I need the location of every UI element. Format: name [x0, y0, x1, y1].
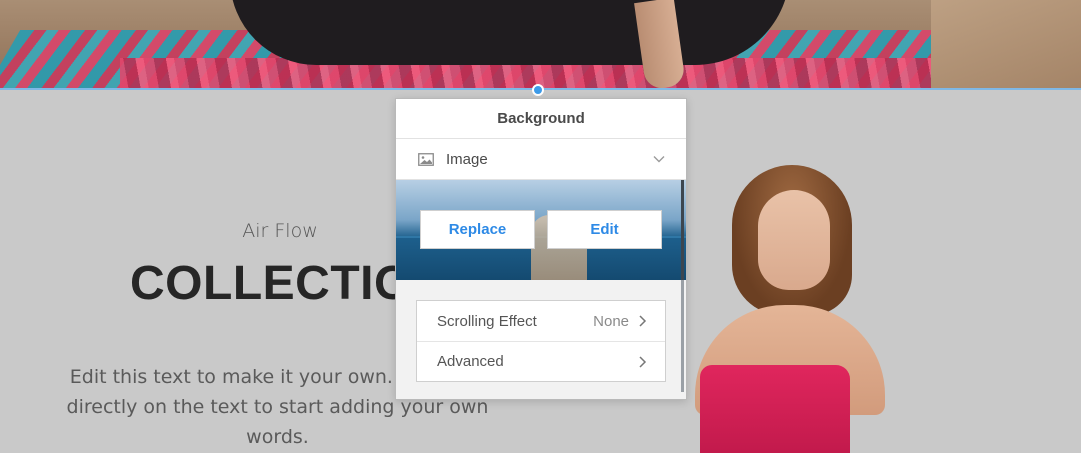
- replace-button[interactable]: Replace: [420, 210, 535, 249]
- preview-scrollbar[interactable]: [681, 180, 684, 280]
- background-preview-image: Replace Edit: [396, 180, 686, 280]
- model-face: [758, 190, 830, 290]
- background-settings-list: Scrolling Effect None Advanced: [416, 300, 666, 382]
- chevron-right-icon: [639, 355, 647, 368]
- edit-button[interactable]: Edit: [547, 210, 662, 249]
- panel-scrollbar[interactable]: [681, 280, 684, 392]
- scrolling-effect-value: None: [593, 312, 629, 330]
- background-type-label: Image: [446, 150, 488, 168]
- section-subtitle[interactable]: Air Flow: [180, 220, 380, 242]
- model-photo[interactable]: [690, 165, 890, 453]
- model-top: [700, 365, 850, 453]
- image-icon: [418, 152, 434, 166]
- chevron-right-icon: [639, 315, 647, 327]
- hero-image[interactable]: [0, 0, 1081, 89]
- resize-handle[interactable]: [532, 84, 544, 96]
- chevron-down-icon: [653, 156, 665, 163]
- background-panel: Background Image Replace Edit Scrolling …: [395, 98, 687, 400]
- background-type-select[interactable]: Image: [396, 139, 686, 180]
- scrolling-effect-label: Scrolling Effect: [437, 312, 537, 330]
- panel-title: Background: [396, 99, 686, 139]
- hero-sand: [931, 0, 1081, 89]
- advanced-label: Advanced: [437, 353, 504, 370]
- hero-figure: [230, 0, 790, 65]
- section-title[interactable]: COLLECTIO: [130, 256, 430, 311]
- scrolling-effect-row[interactable]: Scrolling Effect None: [417, 301, 665, 341]
- advanced-row[interactable]: Advanced: [417, 341, 665, 381]
